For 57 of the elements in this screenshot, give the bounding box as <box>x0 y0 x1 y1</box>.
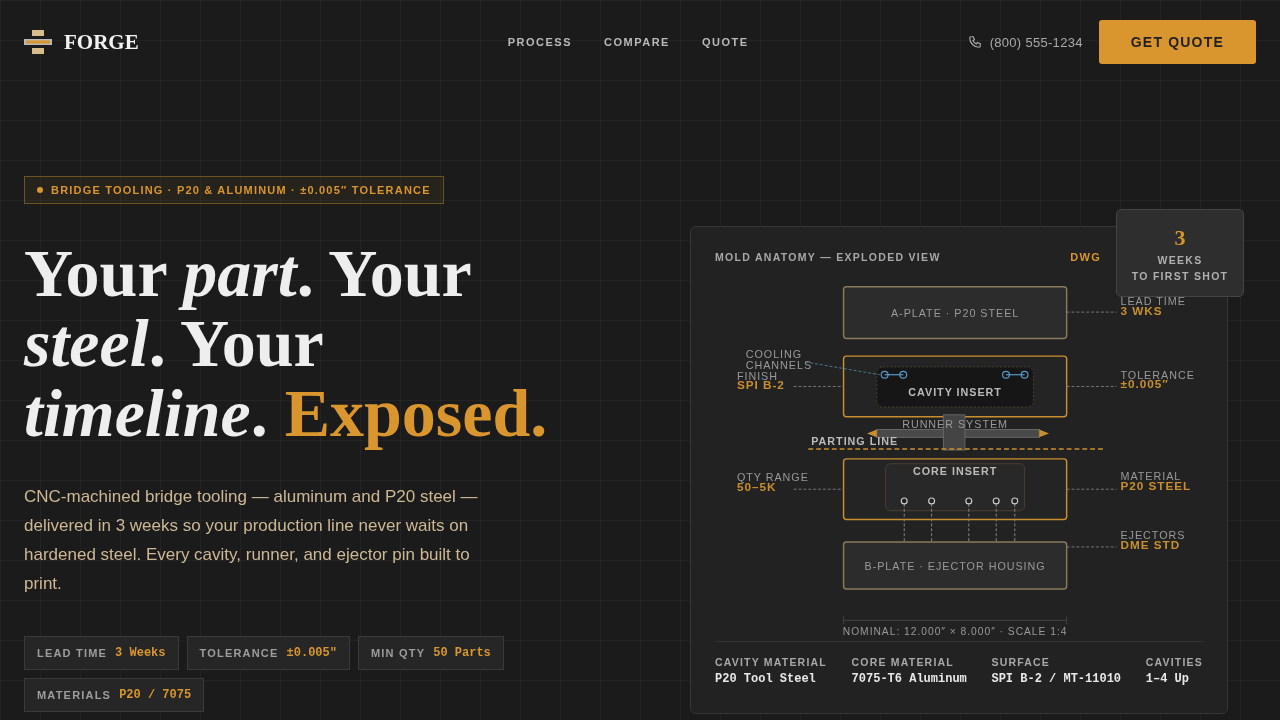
headline: Your part. Your steel. Your timeline. Exposed. <box>24 238 549 448</box>
spec-label: LEAD TIME <box>37 647 108 659</box>
badge-label: TO FIRST SHOT <box>1131 270 1229 282</box>
plate-label: B-PLATE · EJECTOR HOUSING <box>864 560 1046 573</box>
runner-label: RUNNER SYSTEM <box>902 417 1009 430</box>
leader-line <box>793 385 845 387</box>
ejector-pin <box>992 497 1000 543</box>
dot-icon <box>37 187 43 193</box>
spec-label: CAVITIES <box>1145 656 1203 668</box>
cooling-channel-icon <box>880 370 908 379</box>
spec-label: MATERIALS <box>37 689 112 701</box>
plate-label: A-PLATE · P20 STEEL <box>890 307 1020 319</box>
nav-link[interactable]: PROCESS <box>507 36 573 48</box>
description: CNC-machined bridge tooling — aluminum and P20 steel — delivered in 3 weeks so your production line never waits on hardened steel. Every cavity, runner, and ejector pin built to print. <box>24 486 479 595</box>
leader-line <box>1066 546 1118 548</box>
cooling-channel-icon <box>1001 370 1029 379</box>
spec-value: 50 Parts <box>433 646 491 660</box>
phone-icon <box>967 35 982 49</box>
ejector-pin <box>1011 497 1019 543</box>
spec-value: 1–4 Up <box>1145 672 1190 686</box>
spec-value: 7075-T6 Aluminum <box>851 672 967 686</box>
logo-icon <box>24 30 52 54</box>
leader-line <box>1066 311 1118 313</box>
leader-line <box>793 488 845 490</box>
leader-line <box>1066 488 1118 490</box>
nav-link[interactable]: QUOTE <box>701 36 749 48</box>
spec-value: ±0.005" <box>286 646 337 660</box>
callout-label: QTY RANGE <box>736 471 809 484</box>
insert-label: CAVITY INSERT <box>908 386 1002 399</box>
spec-label: CORE MATERIAL <box>851 656 955 668</box>
spec-value: SPI B-2 / MT-11010 <box>991 672 1122 686</box>
get-quote-button[interactable]: GET QUOTE <box>1098 20 1256 64</box>
spec-label: CAVITY MATERIAL <box>715 656 827 668</box>
drawing-number: DWG <box>1070 251 1101 263</box>
badge-label: WEEKS <box>1157 254 1203 266</box>
phone-number: (800) 555-1234 <box>989 34 1083 50</box>
diagram-title: MOLD ANATOMY — EXPLODED VIEW <box>715 251 941 263</box>
spec-label: TOLERANCE <box>199 647 279 659</box>
spec-value: P20 / 7075 <box>119 688 192 702</box>
spec-value: P20 Tool Steel <box>715 672 817 686</box>
nav-link[interactable]: COMPARE <box>604 36 670 48</box>
tagline-text: BRIDGE TOOLING · P20 & ALUMINUM · ±0.005″ TOLERANCE <box>51 184 431 196</box>
spec-label: SURFACE <box>991 656 1052 668</box>
scale-note: NOMINAL: 12.000″ × 8.000″ · SCALE 1:4 <box>842 626 1068 635</box>
leader-line <box>1066 385 1118 387</box>
brand-name: FORGE <box>64 29 139 55</box>
ejector-pin <box>900 497 908 543</box>
spec-value: 3 Weeks <box>115 646 166 660</box>
spec-label: MIN QTY <box>370 647 426 659</box>
insert-label: CORE INSERT <box>913 464 998 477</box>
cooling-label: COOLING <box>745 348 803 361</box>
parting-line-label: PARTING LINE <box>811 435 899 448</box>
ejector-pin <box>965 497 973 543</box>
cooling-label: CHANNELS <box>745 358 813 371</box>
badge-number: 3 <box>1174 226 1186 250</box>
callout-label: EJECTORS <box>1120 529 1186 542</box>
ejector-pin <box>928 497 936 543</box>
